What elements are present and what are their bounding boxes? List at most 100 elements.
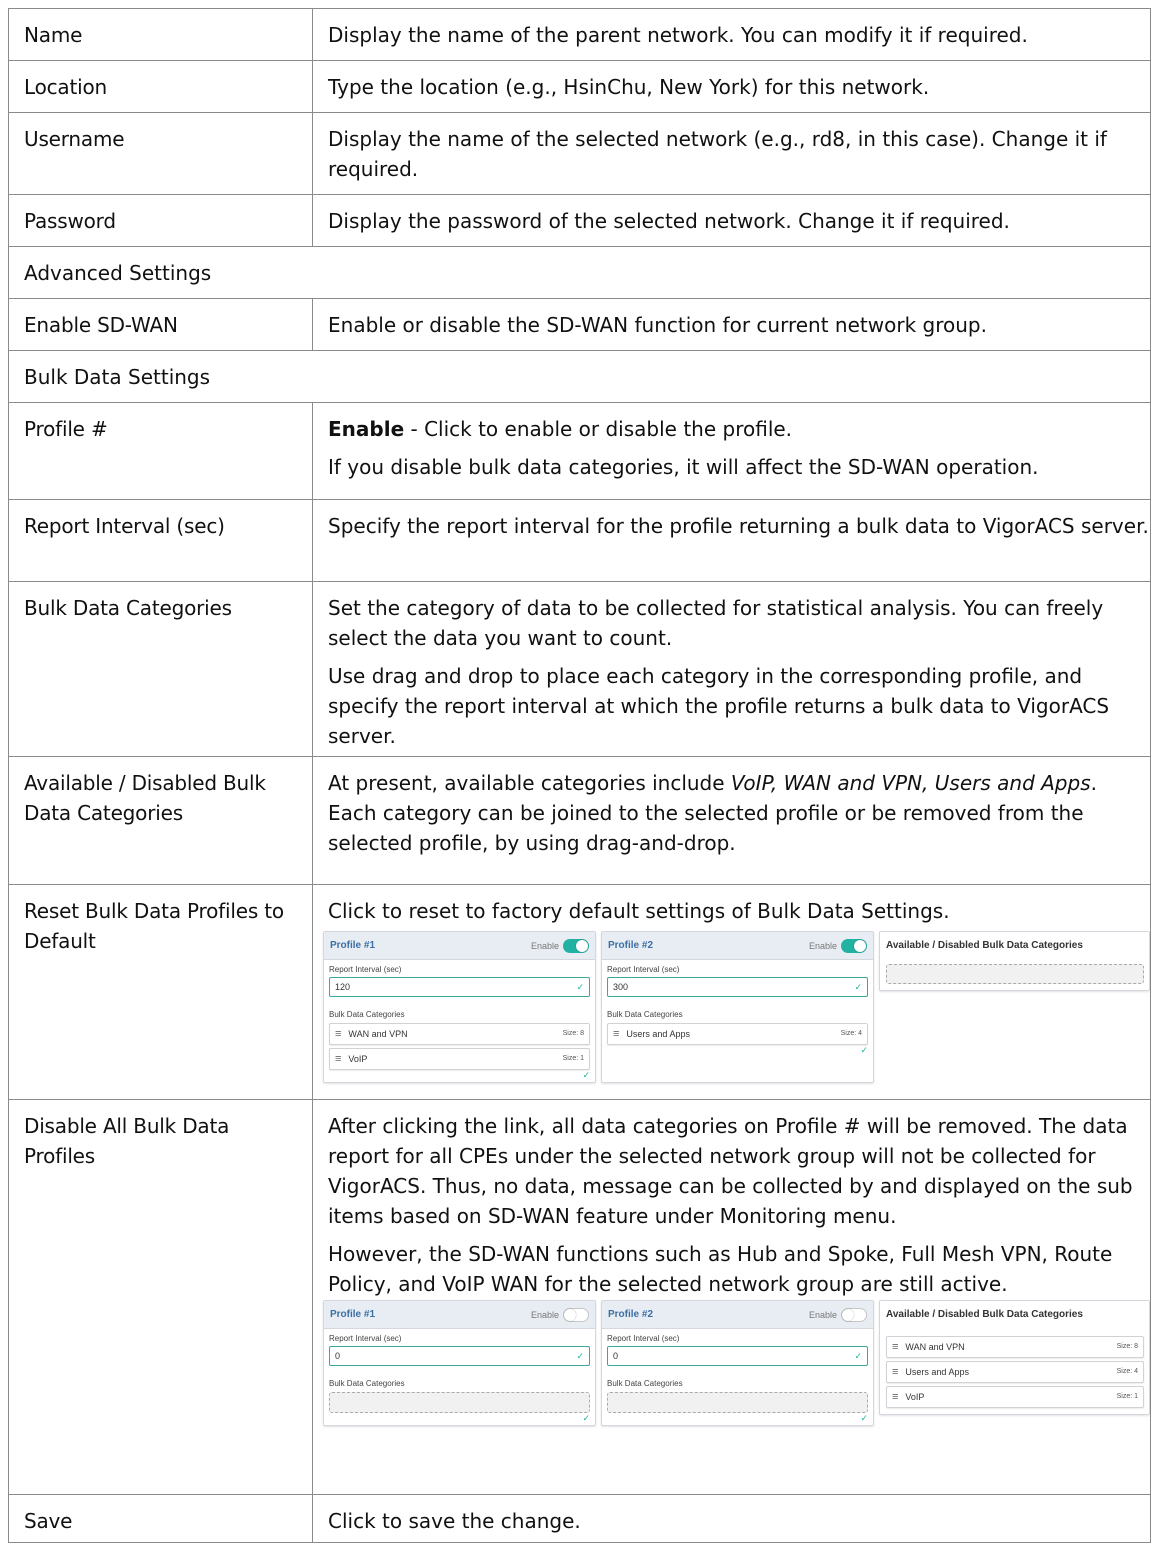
available-title: Available / Disabled Bulk Data Categorie… [886, 1308, 1083, 1320]
available-card-header: Available / Disabled Bulk Data Categorie… [880, 1301, 1149, 1328]
profile-card: Profile #2 Enable Report Interval (sec) 0 ✓ B… [601, 1300, 874, 1426]
row-label: Password [8, 194, 313, 247]
desc-paragraph: Enable - Click to enable or disable the … [328, 414, 1150, 444]
check-icon: ✓ [582, 1070, 590, 1080]
report-interval-input[interactable]: 300 ✓ [607, 977, 868, 997]
table-row: Save Click to save the change. [8, 1494, 1151, 1543]
report-interval-label: Report Interval (sec) [329, 1334, 402, 1343]
check-icon: ✓ [854, 1351, 862, 1361]
category-item[interactable]: ≡ VoIP Size: 1 [329, 1048, 590, 1070]
row-description: Click to reset to factory default settin… [312, 884, 1151, 1100]
desc-paragraph: However, the SD-WAN functions such as Hu… [328, 1242, 1113, 1296]
drag-handle-icon[interactable]: ≡ [335, 1044, 341, 1074]
category-item[interactable]: ≡ Users and Apps Size: 4 [886, 1361, 1144, 1383]
profile-card-body: Report Interval (sec) 120 ✓ Bulk Data Categ… [324, 960, 595, 1082]
category-drop-zone[interactable] [607, 1392, 868, 1413]
desc-paragraph: Set the category of data to be collected… [328, 596, 1104, 650]
profile-card-header: Profile #1 Enable [324, 932, 595, 960]
profile-card: Profile #1 Enable Report Interval (sec) 0 ✓ B… [323, 1300, 596, 1426]
check-icon: ✓ [576, 1351, 584, 1361]
bulk-categories-label: Bulk Data Categories [607, 1379, 683, 1388]
report-interval-input[interactable]: 0 ✓ [329, 1346, 590, 1366]
enable-term: Enable [328, 417, 405, 441]
table-row: Username Display the name of the selecte… [8, 112, 1151, 195]
category-size: Size: 1 [1116, 1393, 1138, 1400]
enable-toggle[interactable] [841, 1307, 867, 1322]
row-description: Set the category of data to be collected… [312, 581, 1151, 757]
category-item[interactable]: ≡ WAN and VPN Size: 8 [329, 1023, 590, 1045]
desc-paragraph: Click to reset to factory default settin… [328, 899, 950, 923]
table-row: Enable SD-WAN Enable or disable the SD-W… [8, 298, 1151, 351]
bulk-data-screenshot-disabled: Profile #1 Enable Report Interval (sec) 0 ✓ B… [323, 1300, 1150, 1426]
categories-italic: VoIP, WAN and VPN, Users and Apps [730, 771, 1091, 795]
category-item[interactable]: ≡ WAN and VPN Size: 8 [886, 1336, 1144, 1358]
available-drop-zone[interactable] [886, 964, 1144, 984]
check-icon: ✓ [854, 982, 862, 992]
report-interval-label: Report Interval (sec) [607, 965, 680, 974]
table-row: Reset Bulk Data Profiles to Default Clic… [8, 884, 1151, 1100]
profile-card-body: Report Interval (sec) 0 ✓ Bulk Data Categor… [324, 1329, 595, 1425]
row-label: Save [8, 1494, 313, 1543]
settings-table: Name Display the name of the parent netw… [8, 8, 1151, 1543]
row-label: Username [8, 112, 313, 195]
enable-toggle[interactable] [563, 938, 589, 953]
report-interval-value: 300 [613, 982, 629, 992]
enable-label: Enable [530, 1309, 559, 1320]
section-heading: Advanced Settings [8, 246, 1151, 299]
row-description: Display the password of the selected net… [312, 194, 1151, 247]
section-row: Advanced Settings [8, 246, 1151, 299]
category-item[interactable]: ≡ VoIP Size: 1 [886, 1386, 1144, 1408]
category-name: Users and Apps [626, 1029, 690, 1039]
table-row: Report Interval (sec) Specify the report… [8, 499, 1151, 582]
enable-label: Enable [530, 940, 559, 951]
table-row: Name Display the name of the parent netw… [8, 8, 1151, 61]
desc-text: At present, available categories include [328, 771, 731, 795]
enable-toggle[interactable] [563, 1307, 589, 1322]
table-row: Bulk Data Categories Set the category of… [8, 581, 1151, 757]
report-interval-value: 0 [613, 1351, 619, 1361]
table-row: Profile # Enable - Click to enable or di… [8, 402, 1151, 500]
enable-toggle[interactable] [841, 938, 867, 953]
row-description: Display the name of the parent network. … [312, 8, 1151, 61]
row-label: Disable All Bulk Data Profiles [8, 1099, 313, 1495]
available-card-body [880, 959, 1149, 990]
table-row: Password Display the password of the sel… [8, 194, 1151, 247]
category-drop-zone[interactable] [329, 1392, 590, 1413]
row-description: Specify the report interval for the prof… [312, 499, 1151, 582]
bulk-categories-label: Bulk Data Categories [329, 1379, 405, 1388]
row-description: After clicking the link, all data catego… [312, 1099, 1151, 1495]
available-title: Available / Disabled Bulk Data Categorie… [886, 939, 1083, 951]
row-description: Display the name of the selected network… [312, 112, 1151, 195]
desc-paragraph: Use drag and drop to place each category… [328, 664, 1110, 748]
drag-handle-icon[interactable]: ≡ [613, 1019, 619, 1049]
row-label: Location [8, 60, 313, 113]
row-description: Enable - Click to enable or disable the … [312, 402, 1151, 500]
category-item[interactable]: ≡ Users and Apps Size: 4 [607, 1023, 868, 1045]
category-name: VoIP [348, 1054, 368, 1064]
report-interval-value: 0 [335, 1351, 341, 1361]
desc-text: - Click to enable or disable the profile… [404, 417, 793, 441]
report-interval-label: Report Interval (sec) [329, 965, 402, 974]
table-row: Location Type the location (e.g., HsinCh… [8, 60, 1151, 113]
drag-handle-icon[interactable]: ≡ [892, 1382, 898, 1412]
row-description: At present, available categories include… [312, 756, 1151, 885]
profile-card-header: Profile #2 Enable [602, 1301, 873, 1329]
desc-paragraph: At present, available categories include… [328, 768, 1150, 858]
check-icon: ✓ [860, 1413, 868, 1423]
row-label: Bulk Data Categories [8, 581, 313, 757]
profile-card: Profile #2 Enable Report Interval (sec) 300… [601, 931, 874, 1083]
available-categories-card: Available / Disabled Bulk Data Categorie… [879, 931, 1150, 991]
report-interval-input[interactable]: 0 ✓ [607, 1346, 868, 1366]
report-interval-input[interactable]: 120 ✓ [329, 977, 590, 997]
row-label: Reset Bulk Data Profiles to Default [8, 884, 313, 1100]
row-description: Enable or disable the SD-WAN function fo… [312, 298, 1151, 351]
profile-title: Profile #2 [608, 1308, 654, 1320]
check-icon: ✓ [576, 982, 584, 992]
row-label: Enable SD-WAN [8, 298, 313, 351]
profile-card-body: Report Interval (sec) 300 ✓ Bulk Data Categ… [602, 960, 873, 1057]
enable-label: Enable [808, 940, 837, 951]
row-label: Available / Disabled Bulk Data Categorie… [8, 756, 313, 885]
row-label: Report Interval (sec) [8, 499, 313, 582]
profile-card: Profile #1 Enable Report Interval (sec) 120… [323, 931, 596, 1083]
profile-title: Profile #1 [330, 1308, 376, 1320]
